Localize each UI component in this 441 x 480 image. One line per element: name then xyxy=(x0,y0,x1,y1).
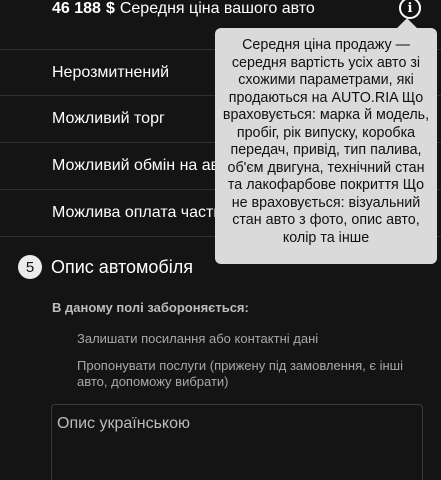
rules-title: В даному полі забороняється: xyxy=(52,300,249,315)
average-price-amount: 46 188 xyxy=(52,0,101,17)
tooltip-text: Середня ціна продажу — середня вартість … xyxy=(222,37,430,246)
average-price-row: 46 188 $ Середня ціна вашого авто xyxy=(0,0,441,26)
step-badge: 5 xyxy=(18,255,42,279)
description-section-header: 5 Опис автомобіля xyxy=(18,255,193,279)
page: 46 188 $ Середня ціна вашого авто i Неро… xyxy=(0,0,441,480)
average-price-currency: $ xyxy=(105,0,115,17)
average-price-label: Середня ціна вашого авто xyxy=(119,0,315,17)
average-price-tooltip: Середня ціна продажу — середня вартість … xyxy=(215,28,437,264)
rule-item: Залишати посилання або контактні дані xyxy=(77,331,319,346)
rule-item: Пропонувати послуги (прижену під замовле… xyxy=(77,358,403,389)
description-textarea[interactable] xyxy=(51,404,423,480)
section-title: Опис автомобіля xyxy=(51,256,193,277)
